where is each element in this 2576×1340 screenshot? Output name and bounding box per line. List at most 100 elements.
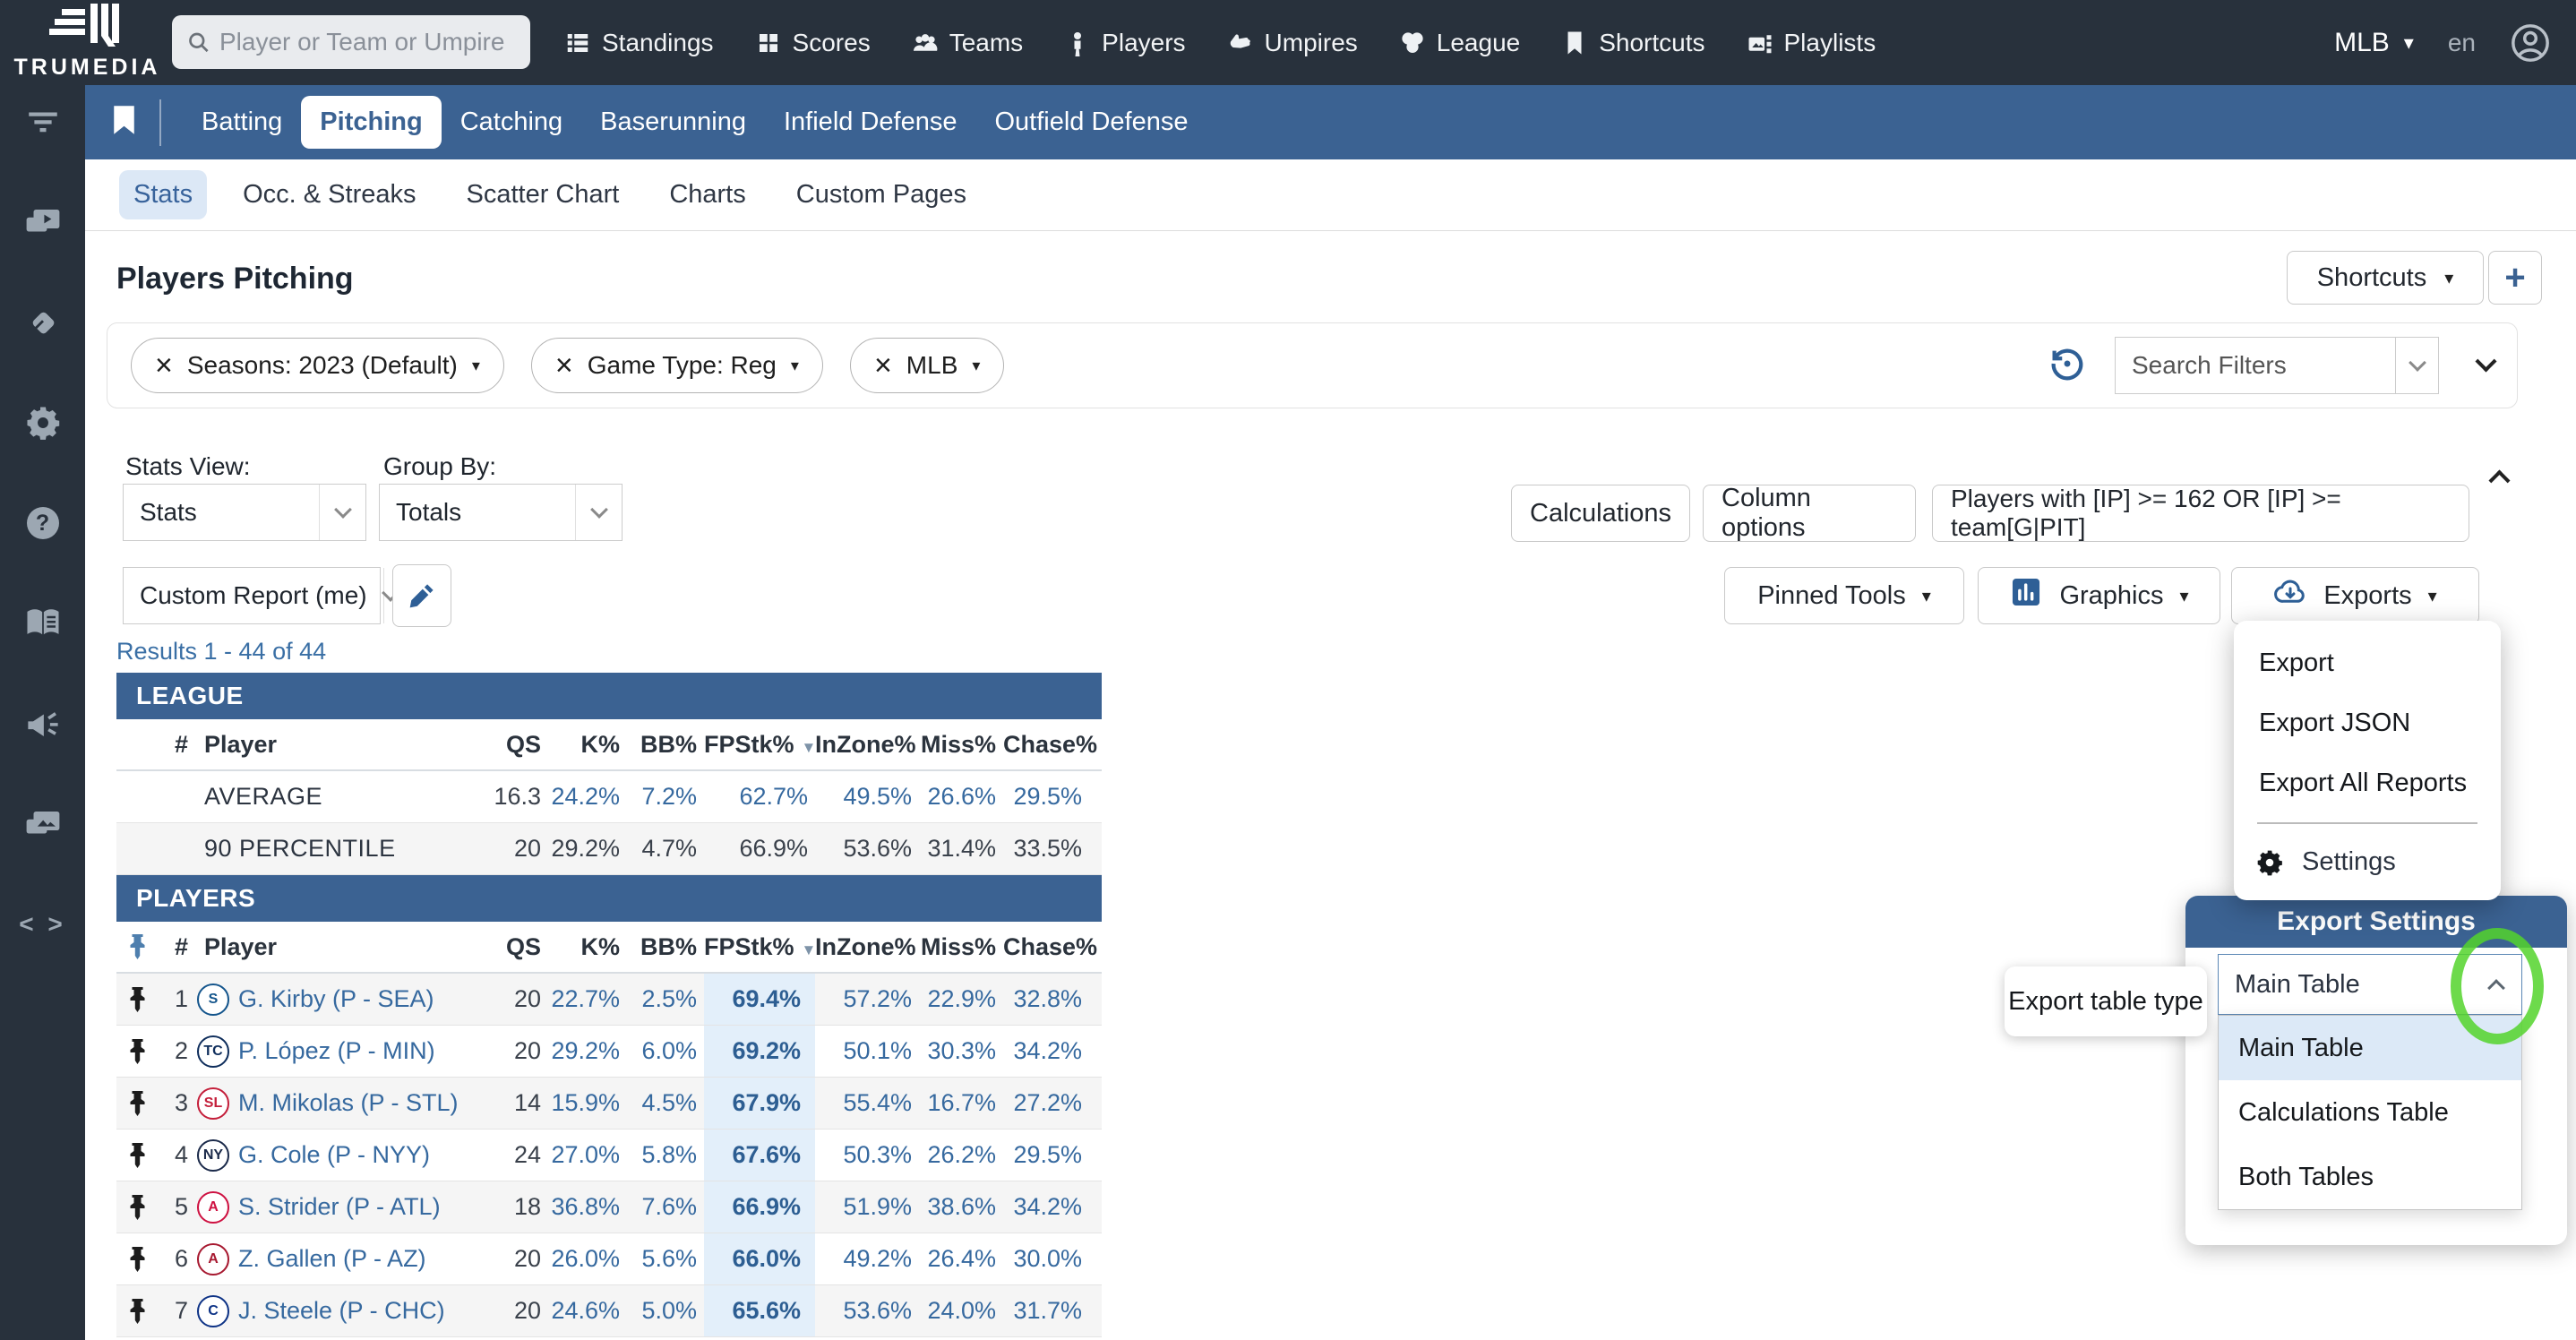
calculations-button[interactable]: Calculations <box>1511 485 1690 542</box>
col-chase[interactable]: Chase% <box>1003 933 1089 961</box>
tab-scatter-chart[interactable]: Scatter Chart <box>451 170 633 219</box>
collapse-controls-chevron[interactable] <box>2492 466 2507 493</box>
filter-lines-icon[interactable] <box>0 101 85 142</box>
col-fpstk[interactable]: FPStk%▼ <box>704 731 815 759</box>
stat-k[interactable]: 26.0% <box>548 1245 627 1273</box>
stat-chase[interactable]: 34.2% <box>1003 1193 1089 1221</box>
stat-k[interactable]: 22.7% <box>548 985 627 1013</box>
graphics-button[interactable]: Graphics ▾ <box>1978 567 2220 624</box>
stat-bb[interactable]: 6.0% <box>627 1037 704 1065</box>
add-page-button[interactable]: + <box>2488 251 2542 305</box>
stat-inzone[interactable]: 49.5% <box>815 783 919 811</box>
remove-filter-icon[interactable]: × <box>874 350 892 381</box>
pinned-tools-button[interactable]: Pinned Tools ▾ <box>1724 567 1964 624</box>
option-both-tables[interactable]: Both Tables <box>2219 1145 2521 1209</box>
stat-fpstk[interactable]: 67.9% <box>704 1078 815 1129</box>
remove-filter-icon[interactable]: × <box>555 350 573 381</box>
bookmark-icon[interactable] <box>112 105 136 140</box>
col-qs[interactable]: QS <box>484 933 548 961</box>
stat-bb[interactable]: 4.5% <box>627 1089 704 1117</box>
stat-chase[interactable]: 32.8% <box>1003 985 1089 1013</box>
tab-infield-defense[interactable]: Infield Defense <box>765 96 975 149</box>
stats-view-select[interactable]: Stats <box>123 484 366 541</box>
stat-k[interactable]: 36.8% <box>548 1193 627 1221</box>
col-rank[interactable]: # <box>158 933 195 961</box>
filter-chip-mlb[interactable]: × MLB ▾ <box>850 338 1004 393</box>
stat-fpstk[interactable]: 69.4% <box>704 974 815 1025</box>
stat-chase[interactable]: 27.2% <box>1003 1089 1089 1117</box>
nav-players[interactable]: Players <box>1064 29 1185 57</box>
stat-fpstk[interactable]: 66.9% <box>704 1181 815 1233</box>
stat-k[interactable]: 29.2% <box>548 1037 627 1065</box>
stat-chase[interactable]: 29.5% <box>1003 1141 1089 1169</box>
col-fpstk[interactable]: FPStk%▼ <box>704 933 815 961</box>
column-options-button[interactable]: Column options <box>1703 485 1916 542</box>
col-chase[interactable]: Chase% <box>1003 731 1089 759</box>
settings-gear-icon[interactable] <box>0 402 85 443</box>
stat-fpstk[interactable]: 67.6% <box>704 1130 815 1181</box>
stat-chase[interactable]: 30.0% <box>1003 1245 1089 1273</box>
stat-k[interactable]: 24.6% <box>548 1297 627 1325</box>
stat-inzone[interactable]: 50.1% <box>815 1037 919 1065</box>
search-filters-dropdown[interactable] <box>2395 338 2438 393</box>
league-selector[interactable]: MLB ▾ <box>2334 28 2414 58</box>
col-qs[interactable]: QS <box>484 731 548 759</box>
custom-report-select[interactable]: Custom Report (me) <box>123 567 381 624</box>
filter-chip-seasons[interactable]: × Seasons: 2023 (Default) ▾ <box>131 338 504 393</box>
locale-label[interactable]: en <box>2448 29 2476 57</box>
pin-all-icon[interactable] <box>116 933 158 960</box>
nav-standings[interactable]: Standings <box>564 29 714 57</box>
tab-catching[interactable]: Catching <box>442 96 581 149</box>
announcements-megaphone-icon[interactable] <box>0 703 85 744</box>
pin-icon[interactable] <box>116 1298 158 1325</box>
exports-button[interactable]: Exports ▾ <box>2231 567 2479 624</box>
menu-item-export-json[interactable]: Export JSON <box>2234 693 2501 753</box>
embed-code-icon[interactable]: < > <box>0 904 85 945</box>
pin-icon[interactable] <box>116 1090 158 1117</box>
player-link[interactable]: Z. Gallen (P - AZ) <box>238 1245 426 1273</box>
col-bb[interactable]: BB% <box>627 933 704 961</box>
stat-k[interactable]: 15.9% <box>548 1089 627 1117</box>
pin-icon[interactable] <box>116 1246 158 1273</box>
stat-fpstk[interactable]: 69.2% <box>704 1026 815 1077</box>
col-player[interactable]: Player <box>195 933 484 961</box>
media-images-icon[interactable] <box>0 803 85 845</box>
player-link[interactable]: G. Kirby (P - SEA) <box>238 985 434 1013</box>
stat-bb[interactable]: 7.2% <box>627 783 704 811</box>
pin-icon[interactable] <box>116 986 158 1013</box>
stat-inzone[interactable]: 49.2% <box>815 1245 919 1273</box>
tab-outfield-defense[interactable]: Outfield Defense <box>975 96 1206 149</box>
search-filters-input[interactable] <box>2116 351 2395 380</box>
collapse-filters-chevron[interactable] <box>2478 357 2494 374</box>
tab-custom-pages[interactable]: Custom Pages <box>782 170 981 219</box>
stat-chase[interactable]: 29.5% <box>1003 783 1089 811</box>
stat-miss[interactable]: 26.2% <box>919 1141 1003 1169</box>
tab-baserunning[interactable]: Baserunning <box>581 96 765 149</box>
nav-league[interactable]: League <box>1399 29 1520 57</box>
nav-teams[interactable]: Teams <box>912 29 1023 57</box>
player-link[interactable]: J. Steele (P - CHC) <box>238 1297 445 1325</box>
stat-miss[interactable]: 26.6% <box>919 783 1003 811</box>
stat-inzone[interactable]: 51.9% <box>815 1193 919 1221</box>
col-k[interactable]: K% <box>548 731 627 759</box>
col-inzone[interactable]: InZone% <box>815 731 919 759</box>
stat-k[interactable]: 24.2% <box>548 783 627 811</box>
nav-umpires[interactable]: Umpires <box>1227 29 1358 57</box>
stat-inzone[interactable]: 57.2% <box>815 985 919 1013</box>
tab-pitching[interactable]: Pitching <box>301 96 441 149</box>
nav-shortcuts[interactable]: Shortcuts <box>1561 29 1704 57</box>
tab-occ-streaks[interactable]: Occ. & Streaks <box>228 170 430 219</box>
player-link[interactable]: P. López (P - MIN) <box>238 1037 435 1065</box>
stat-bb[interactable]: 7.6% <box>627 1193 704 1221</box>
account-avatar-icon[interactable] <box>2510 22 2551 64</box>
col-miss[interactable]: Miss% <box>919 933 1003 961</box>
search-input[interactable] <box>219 28 516 56</box>
menu-item-export[interactable]: Export <box>2234 633 2501 693</box>
help-icon[interactable]: ? <box>0 502 85 544</box>
filter-chip-game-type[interactable]: × Game Type: Reg ▾ <box>531 338 823 393</box>
stat-inzone[interactable]: 53.6% <box>815 1297 919 1325</box>
stat-chase[interactable]: 34.2% <box>1003 1037 1089 1065</box>
video-playlists-icon[interactable] <box>0 202 85 243</box>
stat-miss[interactable]: 26.4% <box>919 1245 1003 1273</box>
stat-inzone[interactable]: 50.3% <box>815 1141 919 1169</box>
